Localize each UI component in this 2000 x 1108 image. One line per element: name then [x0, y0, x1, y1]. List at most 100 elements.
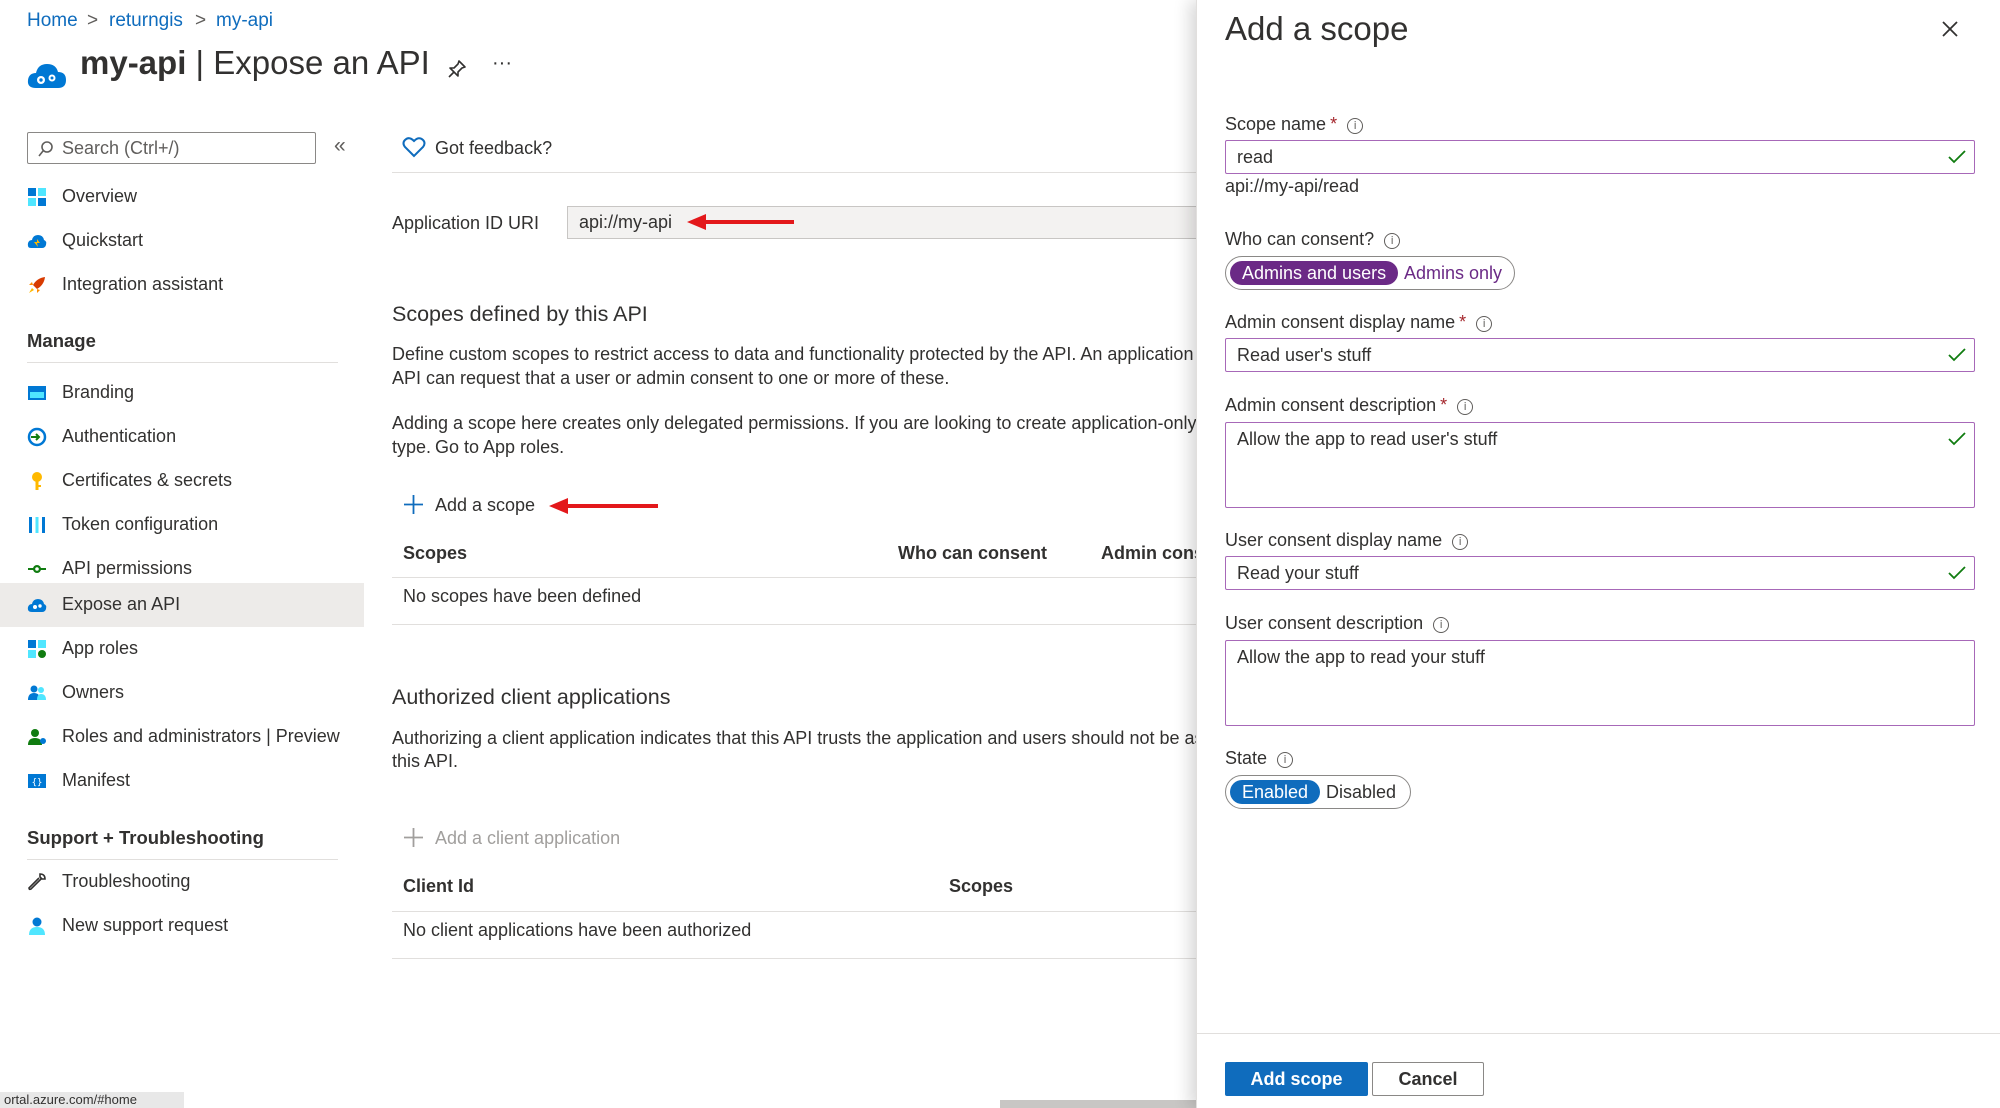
status-url: ortal.azure.com/#home — [0, 1092, 184, 1108]
user-display-name-value: Read your stuff — [1237, 563, 1359, 583]
required-marker: * — [1440, 395, 1448, 415]
sidebar-item-owners[interactable]: Owners — [0, 671, 364, 715]
sidebar-item-label: Troubleshooting — [62, 871, 191, 891]
clients-col-client-id[interactable]: Client Id — [403, 876, 474, 897]
user-description-label-text: User consent description — [1225, 613, 1424, 633]
breadcrumb-separator: > — [195, 10, 207, 31]
sidebar-item-manifest[interactable]: {} Manifest — [0, 759, 364, 803]
admin-display-name-label: Admin consent display name * i — [1225, 312, 1493, 333]
page-title: my-api | Expose an API — [80, 44, 430, 82]
table-divider — [392, 911, 1198, 912]
app-id-uri-value: api://my-api — [579, 212, 673, 232]
info-icon[interactable]: i — [1347, 118, 1364, 134]
app-cloud-icon — [27, 64, 66, 88]
required-marker: * — [1330, 114, 1338, 134]
info-icon[interactable]: i — [1452, 534, 1469, 550]
valid-check-icon — [1948, 432, 1966, 446]
go-to-app-roles-link[interactable]: Go to App roles. — [435, 437, 564, 458]
svg-text:{}: {} — [32, 778, 43, 788]
breadcrumb-app[interactable]: my-api — [216, 10, 273, 32]
user-display-name-input[interactable]: Read your stuff — [1225, 556, 1975, 590]
sidebar-section-manage: Manage — [27, 330, 96, 351]
sidebar-search-input[interactable]: Search (Ctrl+/) — [27, 132, 316, 164]
api-permissions-icon — [28, 565, 46, 573]
close-icon[interactable] — [1941, 20, 1959, 38]
authorized-clients-heading: Authorized client applications — [392, 685, 671, 709]
feedback-link[interactable]: Got feedback? — [435, 138, 552, 159]
info-icon[interactable]: i — [1277, 752, 1294, 768]
horizontal-scrollbar[interactable] — [1000, 1100, 1196, 1108]
scopes-heading: Scopes defined by this API — [392, 302, 648, 326]
clients-col-scopes[interactable]: Scopes — [949, 876, 1013, 897]
state-option-disabled[interactable]: Disabled — [1314, 780, 1408, 804]
pin-icon[interactable] — [446, 58, 468, 80]
scopes-col-scopes[interactable]: Scopes — [403, 543, 467, 564]
sidebar-item-overview[interactable]: Overview — [0, 175, 364, 219]
consent-option-admins-only[interactable]: Admins only — [1392, 261, 1514, 285]
delegated-note-prefix: type. — [392, 437, 432, 457]
user-description-value: Allow the app to read your stuff — [1237, 647, 1485, 667]
sidebar-item-label: Authentication — [62, 426, 177, 446]
add-client-application-label: Add a client application — [435, 828, 621, 848]
rocket-icon — [29, 277, 45, 293]
add-client-application-button[interactable]: Add a client application — [403, 827, 633, 857]
breadcrumb-home[interactable]: Home — [27, 10, 78, 32]
table-divider — [392, 958, 1198, 959]
sidebar-item-integration-assistant[interactable]: Integration assistant — [0, 263, 364, 307]
annotation-arrow — [549, 498, 658, 514]
user-display-name-label: User consent display name i — [1225, 530, 1469, 551]
cancel-button[interactable]: Cancel — [1372, 1062, 1484, 1096]
divider — [392, 172, 1198, 173]
sidebar-item-troubleshooting[interactable]: Troubleshooting — [0, 860, 364, 904]
table-divider — [392, 624, 1198, 625]
who-can-consent-label: Who can consent? i — [1225, 229, 1401, 250]
admin-description-textarea[interactable]: Allow the app to read user's stuff — [1225, 422, 1975, 508]
info-icon[interactable]: i — [1384, 233, 1401, 249]
sidebar-item-quickstart[interactable]: Quickstart — [0, 219, 364, 263]
add-scope-submit-button[interactable]: Add scope — [1225, 1062, 1368, 1096]
state-option-enabled[interactable]: Enabled — [1230, 780, 1321, 804]
sidebar-item-expose-an-api[interactable]: Expose an API — [0, 583, 364, 627]
sidebar-item-certificates[interactable]: Certificates & secrets — [0, 459, 364, 503]
info-icon[interactable]: i — [1476, 316, 1493, 332]
sidebar-item-label: New support request — [62, 915, 229, 935]
authentication-icon — [27, 427, 47, 447]
admin-display-name-value: Read user's stuff — [1237, 345, 1372, 365]
info-icon[interactable]: i — [1433, 617, 1450, 633]
sidebar-item-token-configuration[interactable]: Token configuration — [0, 503, 364, 547]
scope-name-input[interactable]: read — [1225, 140, 1975, 174]
plus-icon — [404, 495, 423, 514]
wrench-icon — [28, 873, 46, 891]
sidebar-item-authentication[interactable]: Authentication — [0, 415, 364, 459]
authorized-description-line: Authorizing a client application indicat… — [392, 728, 1204, 748]
scopes-col-who-can-consent[interactable]: Who can consent — [898, 543, 1047, 564]
sidebar-item-roles-and-administrators[interactable]: Roles and administrators | Preview — [0, 715, 364, 759]
state-label-text: State — [1225, 748, 1268, 768]
add-scope-label: Add a scope — [435, 495, 536, 515]
sidebar-item-new-support-request[interactable]: New support request — [0, 904, 364, 948]
sidebar-item-label: Quickstart — [62, 230, 144, 250]
user-description-textarea[interactable]: Allow the app to read your stuff — [1225, 640, 1975, 726]
scopes-col-admin-consent[interactable]: Admin cons — [1101, 543, 1204, 564]
consent-option-admins-and-users[interactable]: Admins and users — [1230, 261, 1399, 285]
user-description-label: User consent description i — [1225, 613, 1450, 634]
info-icon[interactable]: i — [1457, 399, 1474, 415]
plus-icon — [404, 828, 423, 847]
quickstart-icon — [27, 235, 47, 248]
breadcrumb-tenant[interactable]: returngis — [109, 10, 183, 32]
sidebar-item-app-roles[interactable]: App roles — [0, 627, 364, 671]
collapse-sidebar-button[interactable]: « — [334, 134, 346, 158]
add-scope-button[interactable]: Add a scope — [403, 492, 553, 522]
clients-empty-message: No client applications have been authori… — [403, 920, 752, 940]
delegated-note-line: Adding a scope here creates only delegat… — [392, 413, 1211, 433]
scope-name-label: Scope name * i — [1225, 114, 1364, 135]
panel-footer-divider — [1197, 1033, 2000, 1034]
scope-uri-preview: api://my-api/read — [1225, 176, 1360, 196]
admin-display-name-input[interactable]: Read user's stuff — [1225, 338, 1975, 372]
app-id-uri-field[interactable]: api://my-api — [567, 206, 1197, 239]
roles-icon — [28, 729, 46, 745]
more-options-button[interactable]: ··· — [492, 52, 512, 75]
sidebar-item-branding[interactable]: Branding — [0, 371, 364, 415]
manifest-icon: {} — [28, 774, 46, 788]
state-label: State i — [1225, 748, 1294, 769]
